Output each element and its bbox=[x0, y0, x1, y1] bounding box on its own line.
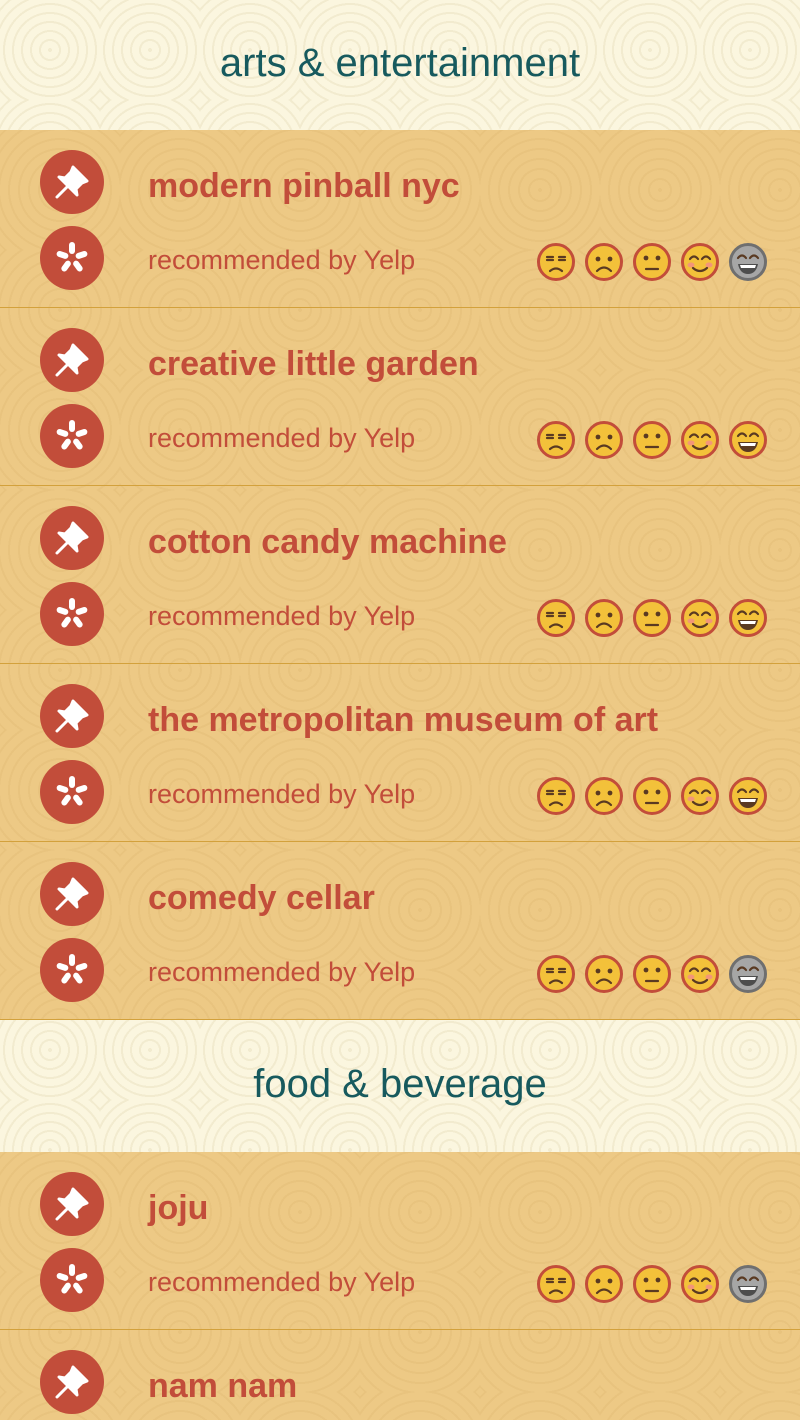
yelp-button[interactable] bbox=[40, 760, 104, 824]
frowning-face-icon[interactable] bbox=[584, 242, 624, 282]
grinning-face-icon[interactable] bbox=[728, 954, 768, 994]
frowning-face-icon[interactable] bbox=[584, 954, 624, 994]
recommendation-text: recommended by Yelp bbox=[148, 1267, 416, 1297]
venue-name[interactable]: joju bbox=[148, 1188, 208, 1228]
yelp-icon bbox=[56, 420, 88, 450]
venue-name[interactable]: modern pinball nyc bbox=[148, 166, 460, 206]
grinning-face-icon[interactable] bbox=[728, 420, 768, 460]
rating-bar bbox=[536, 1264, 768, 1304]
unamused-face-icon[interactable] bbox=[536, 954, 576, 994]
pushpin-icon bbox=[55, 1365, 89, 1399]
yelp-button[interactable] bbox=[40, 404, 104, 468]
neutral-face-icon[interactable] bbox=[632, 954, 672, 994]
yelp-icon bbox=[56, 1264, 88, 1294]
list-item[interactable]: modern pinball nyc recommended by Yelp bbox=[0, 130, 800, 308]
smiling-face-icon[interactable] bbox=[680, 776, 720, 816]
yelp-icon bbox=[56, 954, 88, 984]
neutral-face-icon[interactable] bbox=[632, 598, 672, 638]
grinning-face-icon[interactable] bbox=[728, 598, 768, 638]
rating-bar bbox=[536, 776, 768, 816]
recommendation-text: recommended by Yelp bbox=[148, 779, 416, 809]
venue-list: joju recommended by Yelp nam nam bbox=[0, 1152, 800, 1420]
pin-button[interactable] bbox=[40, 862, 104, 926]
yelp-icon bbox=[56, 598, 88, 628]
recommendation-text: recommended by Yelp bbox=[148, 601, 416, 631]
rating-bar bbox=[536, 420, 768, 460]
rating-bar bbox=[536, 954, 768, 994]
rating-bar bbox=[536, 598, 768, 638]
pin-button[interactable] bbox=[40, 1172, 104, 1236]
list-item[interactable]: comedy cellar recommended by Yelp bbox=[0, 842, 800, 1020]
pin-button[interactable] bbox=[40, 506, 104, 570]
frowning-face-icon[interactable] bbox=[584, 598, 624, 638]
list-item[interactable]: creative little garden recommended by Ye… bbox=[0, 308, 800, 486]
recommendation-text: recommended by Yelp bbox=[148, 957, 416, 987]
unamused-face-icon[interactable] bbox=[536, 242, 576, 282]
list-item[interactable]: the metropolitan museum of art recommend… bbox=[0, 664, 800, 842]
pin-button[interactable] bbox=[40, 150, 104, 214]
section-arts-entertainment: arts & entertainment modern pinball nyc … bbox=[0, 0, 800, 1020]
neutral-face-icon[interactable] bbox=[632, 1264, 672, 1304]
pin-button[interactable] bbox=[40, 1350, 104, 1414]
section-header: food & beverage bbox=[0, 1020, 800, 1152]
venue-name[interactable]: cotton candy machine bbox=[148, 522, 507, 562]
recommendation-text: recommended by Yelp bbox=[148, 423, 416, 453]
frowning-face-icon[interactable] bbox=[584, 420, 624, 460]
unamused-face-icon[interactable] bbox=[536, 1264, 576, 1304]
pushpin-icon bbox=[55, 877, 89, 911]
pushpin-icon bbox=[55, 343, 89, 377]
venue-name[interactable]: creative little garden bbox=[148, 344, 479, 384]
neutral-face-icon[interactable] bbox=[632, 420, 672, 460]
list-item[interactable]: joju recommended by Yelp bbox=[0, 1152, 800, 1330]
pushpin-icon bbox=[55, 699, 89, 733]
pushpin-icon bbox=[55, 165, 89, 199]
frowning-face-icon[interactable] bbox=[584, 776, 624, 816]
section-title: arts & entertainment bbox=[219, 40, 581, 85]
grinning-face-icon[interactable] bbox=[728, 242, 768, 282]
grinning-face-icon[interactable] bbox=[728, 1264, 768, 1304]
section-food-beverage: food & beverage joju recommended by Yelp… bbox=[0, 1020, 800, 1420]
neutral-face-icon[interactable] bbox=[632, 776, 672, 816]
smiling-face-icon[interactable] bbox=[680, 420, 720, 460]
yelp-button[interactable] bbox=[40, 938, 104, 1002]
yelp-icon bbox=[56, 242, 88, 272]
list-item[interactable]: cotton candy machine recommended by Yelp bbox=[0, 486, 800, 664]
grinning-face-icon[interactable] bbox=[728, 776, 768, 816]
yelp-icon bbox=[56, 776, 88, 806]
venue-name[interactable]: the metropolitan museum of art bbox=[148, 700, 658, 740]
list-item[interactable]: nam nam bbox=[0, 1330, 800, 1420]
venue-list: modern pinball nyc recommended by Yelp c… bbox=[0, 130, 800, 1020]
unamused-face-icon[interactable] bbox=[536, 420, 576, 460]
venue-name[interactable]: nam nam bbox=[148, 1366, 297, 1406]
smiling-face-icon[interactable] bbox=[680, 954, 720, 994]
pushpin-icon bbox=[55, 1187, 89, 1221]
unamused-face-icon[interactable] bbox=[536, 598, 576, 638]
section-title: food & beverage bbox=[253, 1061, 547, 1106]
yelp-button[interactable] bbox=[40, 1248, 104, 1312]
smiling-face-icon[interactable] bbox=[680, 598, 720, 638]
neutral-face-icon[interactable] bbox=[632, 242, 672, 282]
smiling-face-icon[interactable] bbox=[680, 1264, 720, 1304]
pin-button[interactable] bbox=[40, 328, 104, 392]
smiling-face-icon[interactable] bbox=[680, 242, 720, 282]
venue-name[interactable]: comedy cellar bbox=[148, 878, 375, 918]
rating-bar bbox=[536, 242, 768, 282]
yelp-button[interactable] bbox=[40, 226, 104, 290]
yelp-button[interactable] bbox=[40, 582, 104, 646]
pin-button[interactable] bbox=[40, 684, 104, 748]
section-header: arts & entertainment bbox=[0, 0, 800, 130]
pushpin-icon bbox=[55, 521, 89, 555]
unamused-face-icon[interactable] bbox=[536, 776, 576, 816]
frowning-face-icon[interactable] bbox=[584, 1264, 624, 1304]
recommendation-text: recommended by Yelp bbox=[148, 245, 416, 275]
